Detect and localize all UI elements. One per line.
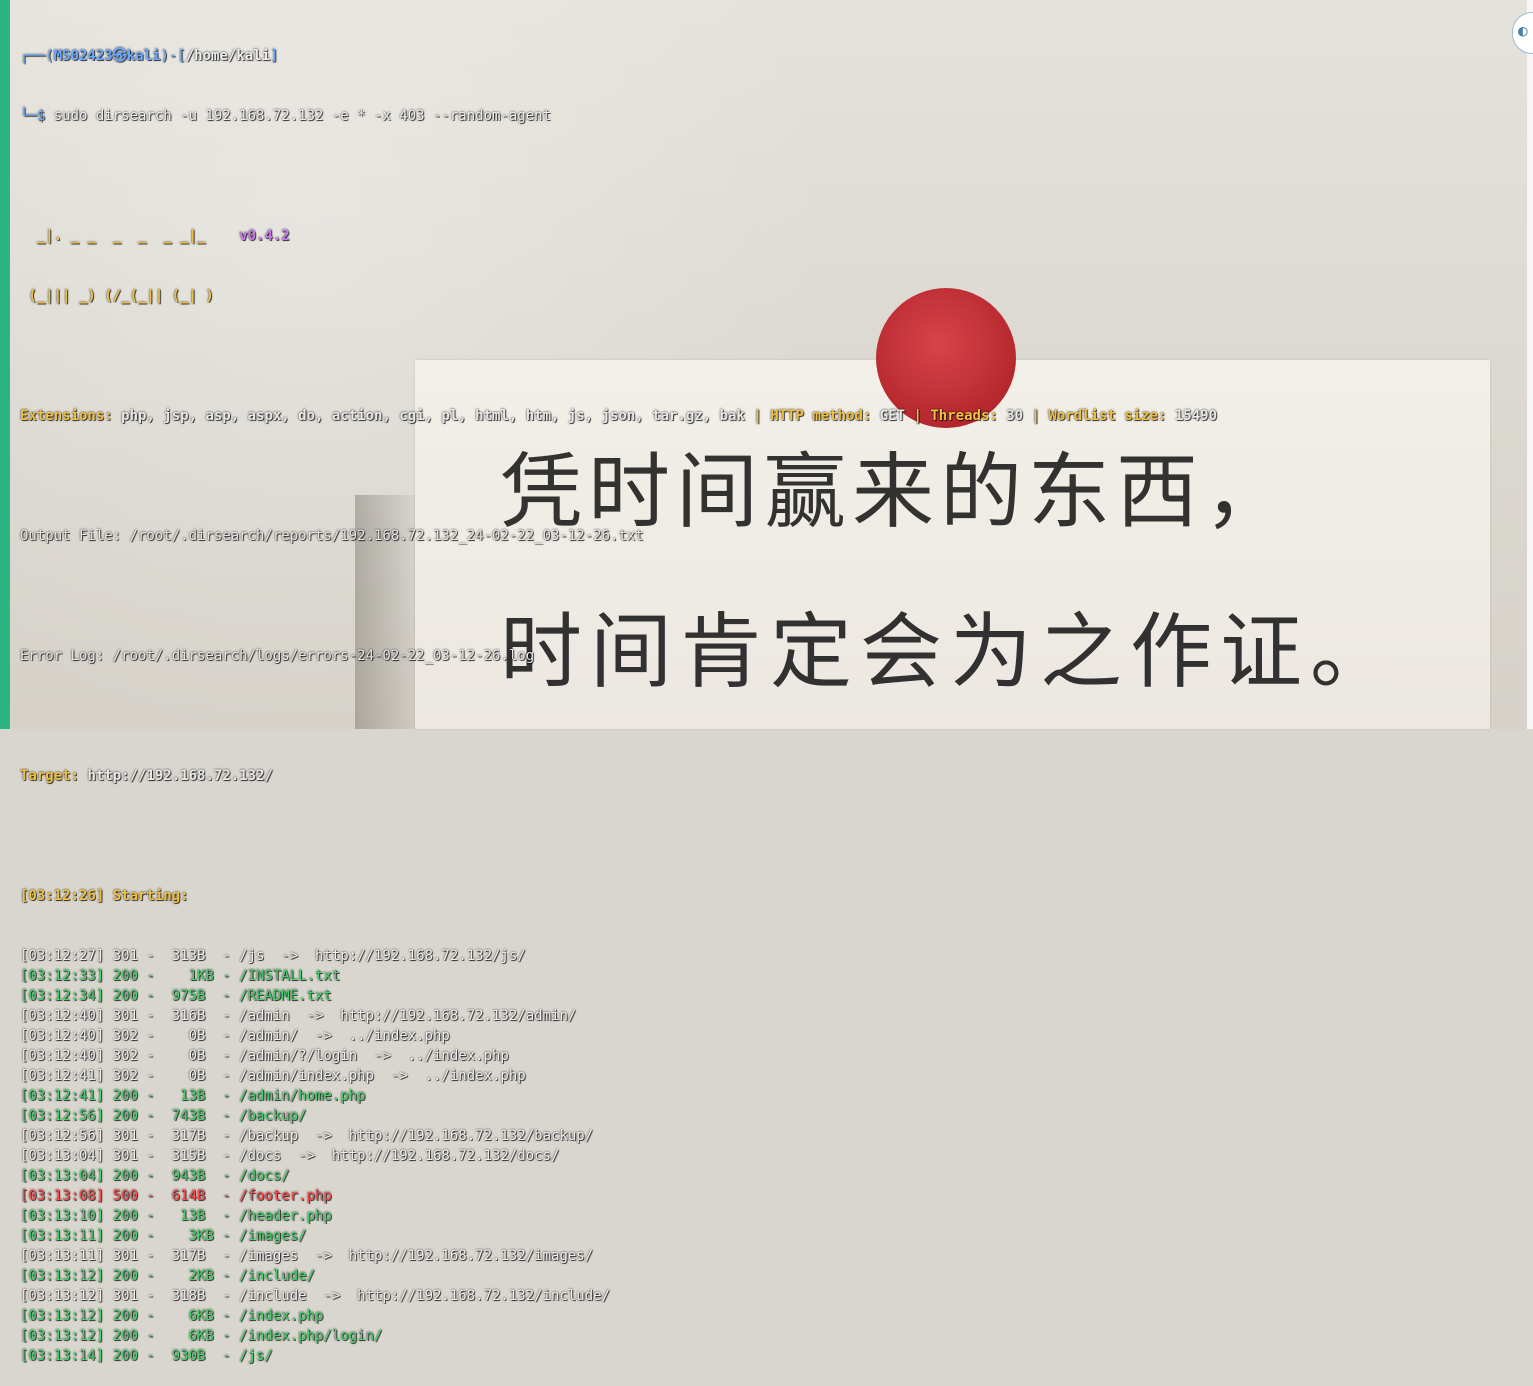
threads-value: 30 [1006,408,1024,424]
extensions-value: php, jsp, asp, aspx, do, action, cgi, pl… [121,408,745,424]
banner-art-text-2: (_||| _) (/_(_|| (_| ) [20,288,214,304]
config-sep-2: | [905,408,931,424]
result-row: [03:12:40] 301 - 316B - /admin -> http:/… [20,1008,577,1024]
prompt-at-icon: ㉿ [112,48,127,64]
banner-version: v0.4.2 [239,228,290,244]
prompt-line-1: ┌──(MS02423㉿kali)-[/home/kali] [20,46,1320,66]
result-row: [03:13:04] 200 - 943B - /docs/ [20,1168,290,1184]
prompt-arrow-icon: └─$ [20,108,54,124]
result-row: [03:12:41] 302 - 0B - /admin/index.php -… [20,1068,526,1084]
result-row: [03:12:56] 200 - 743B - /backup/ [20,1108,307,1124]
output-file-line: Output File: /root/.dirsearch/reports/19… [20,528,644,544]
result-row: [03:12:56] 301 - 317B - /backup -> http:… [20,1128,594,1144]
result-row: [03:13:14] 200 - 930B - /js/ [20,1348,273,1364]
starting-line: [03:12:26] Starting: [20,888,189,904]
prompt-host: kali [126,48,161,64]
result-row: [03:13:12] 200 - 6KB - /index.php [20,1308,324,1324]
method-label: HTTP method: [770,408,872,424]
result-row: [03:13:11] 301 - 317B - /images -> http:… [20,1248,594,1264]
extensions-label: Extensions: [20,408,113,424]
config-sep-1: | [744,408,771,424]
result-row: [03:12:34] 200 - 975B - /README.txt [20,988,332,1004]
prompt-sep: )-[ [160,48,186,64]
result-row: [03:13:10] 200 - 13B - /header.php [20,1208,332,1224]
result-row: [03:13:12] 200 - 2KB - /include/ [20,1268,316,1284]
terminal-output[interactable]: ┌──(MS02423㉿kali)-[/home/kali] └─$ sudo … [20,6,1320,1386]
method-value: GET [879,408,906,424]
result-row: [03:13:11] 200 - 3KB - /images/ [20,1228,307,1244]
result-row: [03:12:33] 200 - 1KB - /INSTALL.txt [20,968,341,984]
results-list: [03:12:27] 301 - 313B - /js -> http://19… [20,946,1320,1366]
target-label: Target: [20,768,80,784]
wordlist-label: Wordlist size: [1048,408,1167,424]
wordlist-value: 15490 [1174,408,1218,424]
result-row: [03:12:41] 200 - 13B - /admin/home.php [20,1088,366,1104]
target-url: http://192.168.72.132/ [87,768,273,784]
prompt-corner: ┌──( [20,48,54,64]
result-row: [03:12:27] 301 - 313B - /js -> http://19… [20,948,526,964]
prompt-user: MS02423 [53,48,113,64]
banner-art-text-1: _|. _ _ _ _ _ _|_ [20,228,240,244]
config-line: Extensions: php, jsp, asp, aspx, do, act… [20,406,1320,426]
command-text: sudo dirsearch -u 192.168.72.132 -e * -x… [53,108,552,124]
result-row: [03:12:40] 302 - 0B - /admin/ -> ../inde… [20,1028,450,1044]
result-row: [03:13:08] 500 - 614B - /footer.php [20,1188,332,1204]
window-edge-green [0,0,10,729]
error-log-line: Error Log: /root/.dirsearch/logs/errors-… [20,648,535,664]
prompt-close: ] [270,48,279,64]
result-row: [03:13:04] 301 - 315B - /docs -> http://… [20,1148,560,1164]
window-edge-right [1527,0,1533,729]
config-sep-3: | [1023,408,1049,424]
prompt-line-2: └─$ sudo dirsearch -u 192.168.72.132 -e … [20,106,1320,126]
result-row: [03:13:12] 301 - 318B - /include -> http… [20,1288,611,1304]
target-line: Target: http://192.168.72.132/ [20,766,1320,786]
banner-art-2: (_||| _) (/_(_|| (_| ) [20,286,1320,306]
result-row: [03:12:40] 302 - 0B - /admin/?/login -> … [20,1048,509,1064]
threads-label: Threads: [930,408,998,424]
result-row: [03:13:12] 200 - 6KB - /index.php/login/ [20,1328,383,1344]
banner-art-1: _|. _ _ _ _ _ _|_ v0.4.2 [20,226,1320,246]
prompt-path: /home/kali [185,48,271,64]
